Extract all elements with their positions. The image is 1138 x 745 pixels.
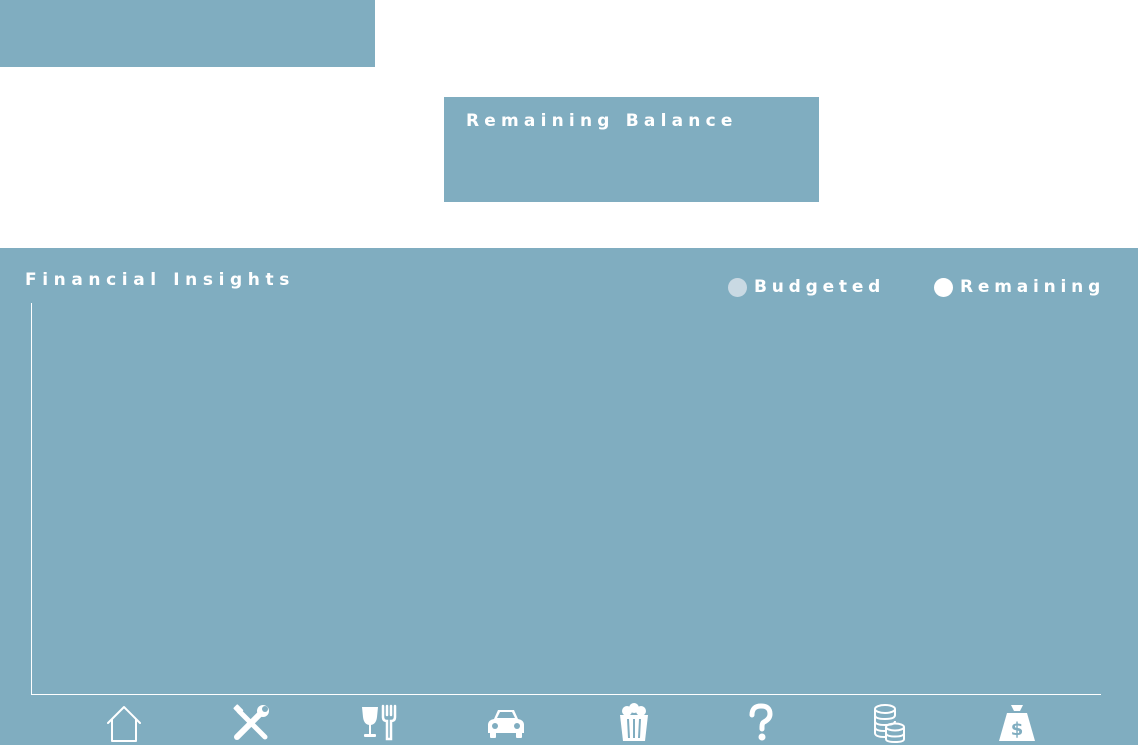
remaining-balance-card: Remaining Balance [444,97,819,202]
money-bag-icon[interactable]: $ [997,703,1037,743]
coins-icon[interactable] [869,703,909,743]
popcorn-icon[interactable] [614,703,654,743]
page: Remaining Balance Financial Insights Bud… [0,0,1138,745]
financial-insights-panel: Financial Insights Budgeted Remaining $ [0,248,1138,745]
budget-chart [31,303,1101,695]
question-mark-icon[interactable] [741,703,781,743]
tools-icon[interactable] [231,703,271,743]
remaining-balance-title: Remaining Balance [466,111,738,131]
header-panel [0,0,375,67]
car-icon[interactable] [486,703,526,743]
dining-icon[interactable] [360,703,400,743]
svg-text:$: $ [1011,719,1024,740]
category-icon-row: $ [0,702,1138,745]
home-icon[interactable] [104,703,144,743]
